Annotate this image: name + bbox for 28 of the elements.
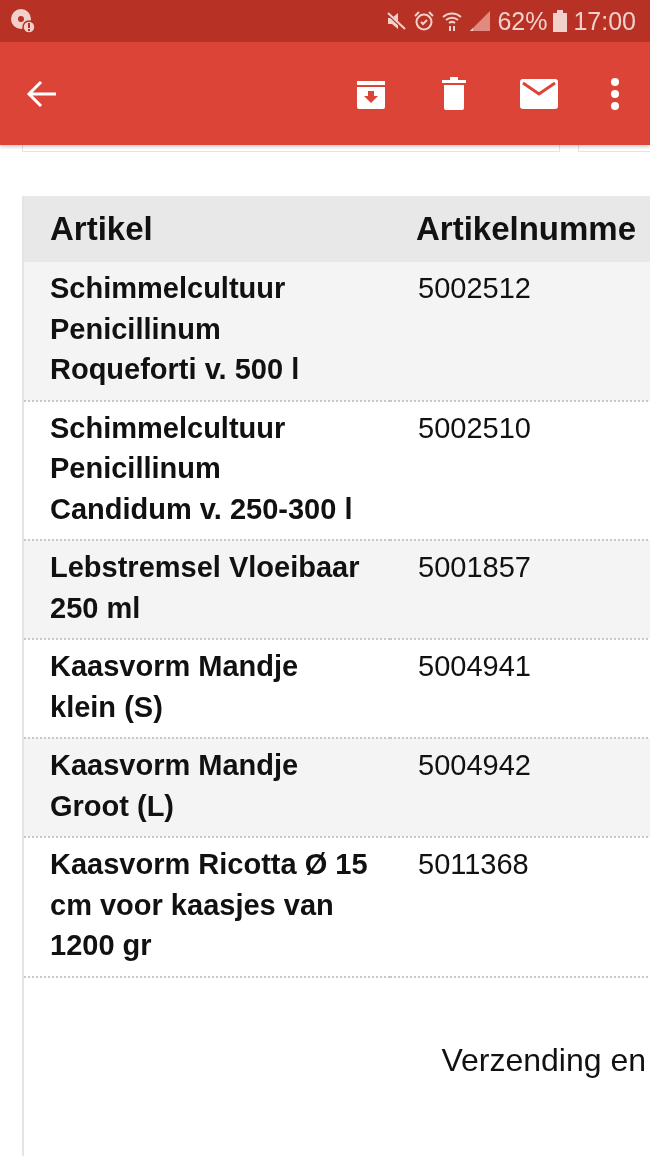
alarm-icon [413,10,436,32]
table-cell: Kaasvorm Mandje klein (S) [24,639,390,738]
mail-icon[interactable] [520,78,558,109]
wifi-icon [441,10,464,32]
signal-icon [469,10,492,32]
table-cell: 5002512 [390,262,650,401]
battery-percentage: 62% [497,6,548,36]
table-cell: 5004942 [390,738,650,837]
table-cell: 5011368 [390,837,650,977]
warning-icon [10,8,36,34]
section-heading: Verzending en [441,1041,646,1079]
table-cell: Schimmelcultuur Penicillinum Candidum v. 250-300 l [24,400,390,540]
table-cell: 5004941 [390,639,650,738]
clock: 17:00 [573,6,636,36]
table-cell: Schimmelcultuur Penicillinum Roqueforti v. 500 l [24,262,390,401]
table-cell: 5001857 [390,540,650,639]
table-cell: Kaasvorm Ricotta Ø 15 cm voor kaasjes van 1200 gr [24,837,390,977]
table-cell: Kaasvorm Mandje Groot (L) [24,738,390,837]
back-arrow-icon[interactable] [26,79,58,108]
more-icon[interactable] [610,77,620,110]
trash-icon[interactable] [440,76,468,111]
table-cell: 5002510 [390,400,650,540]
column-header: Artikel [24,196,390,262]
card-background [578,145,650,152]
battery-icon [553,10,568,32]
column-header: Artikelnumme [390,196,650,262]
table-cell: Lebstremsel Vloeibaar 250 ml [24,540,390,639]
mute-icon [385,10,408,32]
